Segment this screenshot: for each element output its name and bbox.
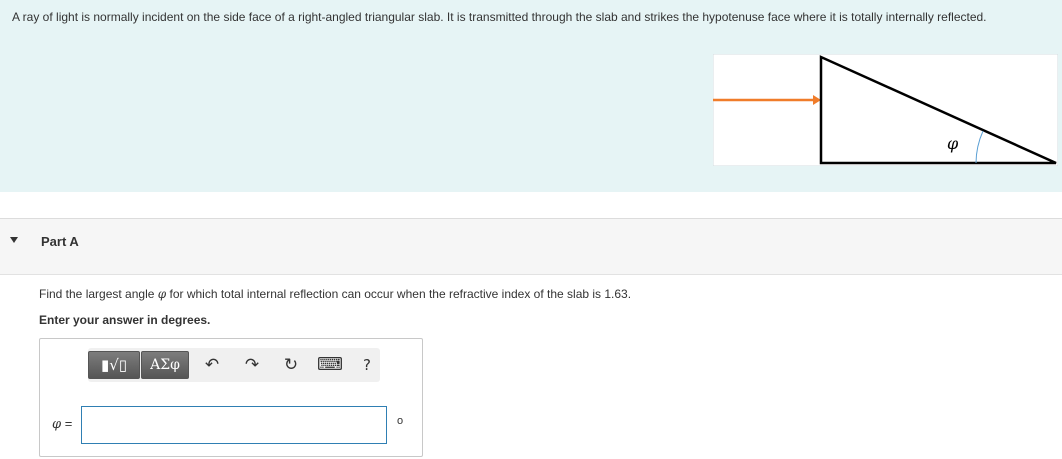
answer-instruction: Enter your answer in degrees. bbox=[39, 313, 211, 327]
undo-icon[interactable]: ↶ bbox=[201, 354, 223, 376]
math-toolbar: ▮√▯ ΑΣφ ↶ ↷ ↻ ⌨ ? bbox=[88, 348, 380, 382]
angle-phi-label: φ bbox=[947, 134, 959, 153]
question-text: Find the largest angle φ for which total… bbox=[39, 287, 631, 301]
problem-statement: A ray of light is normally incident on t… bbox=[12, 10, 987, 24]
answer-input[interactable] bbox=[81, 406, 387, 444]
reset-icon[interactable]: ↻ bbox=[280, 354, 302, 376]
collapse-caret-icon[interactable] bbox=[10, 237, 18, 243]
part-title: Part A bbox=[41, 234, 79, 249]
help-button[interactable]: ? bbox=[356, 354, 378, 376]
part-a-header[interactable]: Part A bbox=[0, 219, 1062, 275]
problem-panel: A ray of light is normally incident on t… bbox=[0, 0, 1062, 192]
question-prefix: Find the largest angle bbox=[39, 287, 158, 301]
answer-box: ▮√▯ ΑΣφ ↶ ↷ ↻ ⌨ ? φ = o bbox=[39, 338, 423, 457]
redo-icon[interactable]: ↷ bbox=[241, 354, 263, 376]
question-suffix: for which total internal reflection can … bbox=[166, 287, 632, 301]
question-phi-symbol: φ bbox=[157, 287, 167, 301]
answer-equals: = bbox=[61, 416, 73, 431]
answer-label: φ = bbox=[52, 416, 72, 432]
triangular-slab-figure: φ bbox=[713, 54, 1058, 166]
templates-button[interactable]: ▮√▯ bbox=[88, 351, 140, 379]
keyboard-icon[interactable]: ⌨ bbox=[317, 354, 343, 376]
degree-unit: o bbox=[397, 415, 404, 427]
symbols-button[interactable]: ΑΣφ bbox=[141, 351, 189, 379]
answer-phi-symbol: φ bbox=[52, 417, 62, 432]
